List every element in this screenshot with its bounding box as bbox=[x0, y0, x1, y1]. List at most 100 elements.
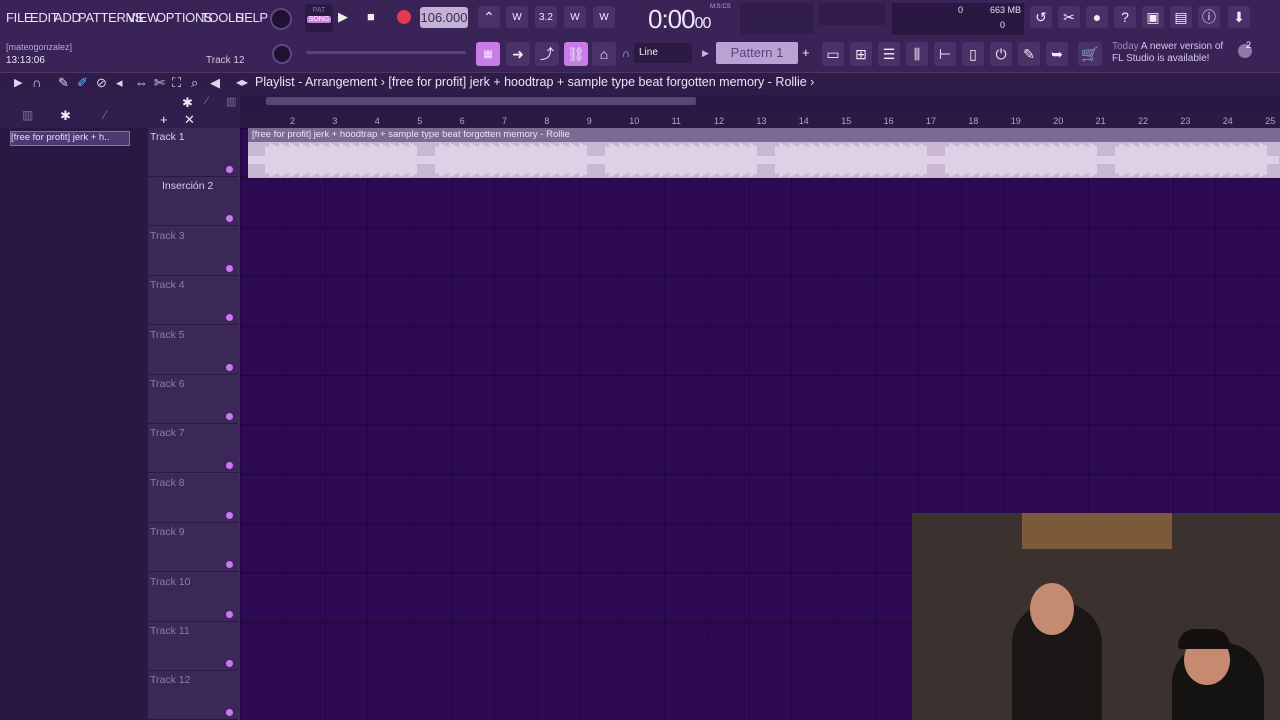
track-header[interactable]: Track 5 bbox=[148, 325, 238, 375]
select-icon[interactable]: ⛶ bbox=[172, 75, 181, 91]
pitch-knob[interactable] bbox=[272, 44, 292, 64]
step-edit-icon[interactable]: W bbox=[564, 6, 586, 28]
menu-file[interactable]: FILE bbox=[6, 10, 33, 25]
mixer-view-icon[interactable]: ⫼ bbox=[906, 42, 928, 66]
delete-icon[interactable]: ⊘ bbox=[96, 75, 107, 91]
wait-input-icon[interactable]: W bbox=[506, 6, 528, 28]
tempo-tap-icon[interactable]: ✎ bbox=[1018, 42, 1040, 66]
slice-icon[interactable]: ✄ bbox=[154, 75, 165, 91]
stop-icon[interactable]: ■ bbox=[367, 9, 383, 25]
track-header[interactable]: Track 10 bbox=[148, 572, 238, 622]
magnet-icon[interactable]: ∩ bbox=[622, 48, 630, 60]
add-pattern-icon[interactable]: + bbox=[802, 45, 810, 60]
audio-wave-icon[interactable]: ✱ bbox=[182, 95, 193, 111]
track-header[interactable]: Track 4 bbox=[148, 276, 238, 326]
send-icon[interactable]: ➥ bbox=[1046, 42, 1068, 66]
track-header[interactable]: Track 9 bbox=[148, 523, 238, 573]
track-header[interactable]: Track 3 bbox=[148, 226, 238, 276]
track-header[interactable]: Track 1 bbox=[148, 128, 238, 177]
pattern-select[interactable]: Pattern 1 bbox=[716, 42, 798, 64]
add-track-icon[interactable]: + bbox=[160, 112, 168, 127]
track-enable-icon[interactable] bbox=[226, 413, 233, 420]
stamp-icon[interactable]: ⤴ bbox=[535, 42, 559, 66]
browser-icon[interactable]: ⊢ bbox=[934, 42, 956, 66]
piano-roll-view-icon[interactable]: ⊞ bbox=[850, 42, 872, 66]
master-pitch-slider[interactable] bbox=[306, 51, 466, 54]
save-icon[interactable]: ▣ bbox=[1142, 6, 1164, 28]
pattern-icon[interactable]: ▥ bbox=[226, 95, 236, 108]
piano-roll-icon[interactable]: ▦ bbox=[476, 42, 500, 66]
news-badge-count: 2 bbox=[1246, 40, 1252, 50]
picker-clip-item[interactable]: [free for profit] jerk + h.. bbox=[10, 131, 130, 146]
track-enable-icon[interactable] bbox=[226, 610, 233, 618]
close-icon[interactable]: ✕ bbox=[184, 112, 195, 128]
track-enable-icon[interactable] bbox=[226, 660, 233, 667]
picker-audio-icon[interactable]: ✱ bbox=[60, 108, 71, 124]
metronome-icon[interactable]: ⌃ bbox=[478, 6, 500, 28]
timeline-ruler[interactable]: 2 3 4 5 6 7 8 9 10 11 12 13 14 15 16 17 18 19 20 21 22 23 24 25 bbox=[240, 112, 1280, 128]
track-header[interactable]: Track 6 bbox=[148, 375, 238, 424]
blend-notes-icon[interactable]: W bbox=[593, 6, 615, 28]
track-enable-icon[interactable] bbox=[226, 511, 233, 519]
track-enable-icon[interactable] bbox=[226, 264, 233, 272]
tempo-display[interactable]: 106.000 bbox=[420, 7, 468, 28]
track-enable-icon[interactable] bbox=[226, 363, 233, 371]
track-enable-icon[interactable] bbox=[226, 709, 233, 717]
menu-help[interactable]: HELP bbox=[235, 10, 268, 25]
master-volume-knob[interactable] bbox=[270, 8, 292, 30]
track-enable-icon[interactable] bbox=[226, 462, 233, 470]
arrow-right-icon[interactable]: ➜ bbox=[506, 42, 530, 66]
horizontal-scrollbar[interactable] bbox=[266, 97, 696, 105]
plugin-icon[interactable]: ⏻ bbox=[990, 42, 1012, 66]
playlist-arrow-icon[interactable]: ▶ bbox=[14, 76, 22, 89]
slip-icon[interactable]: ⇔ bbox=[135, 75, 148, 90]
news-panel[interactable]: Today A newer version of FL Studio is av… bbox=[1112, 41, 1232, 65]
download-icon[interactable]: ⬇ bbox=[1228, 6, 1250, 28]
playback-icon[interactable]: ◀ bbox=[210, 75, 220, 91]
track-header[interactable]: Track 7 bbox=[148, 424, 238, 474]
track-name: Track 12 bbox=[150, 674, 191, 687]
menu-view[interactable]: VIEW bbox=[127, 10, 159, 25]
mixer-icon[interactable]: ⌂ bbox=[592, 42, 616, 66]
breadcrumb-separator: › bbox=[380, 75, 385, 89]
file-icon[interactable]: ▯ bbox=[962, 42, 984, 66]
track-enable-icon[interactable] bbox=[226, 314, 233, 322]
zoom-icon[interactable]: ⌕ bbox=[191, 75, 198, 91]
microphone-icon[interactable]: ● bbox=[1086, 6, 1108, 28]
cart-icon[interactable]: 🛒 bbox=[1078, 42, 1102, 66]
snap-select[interactable]: Line bbox=[634, 43, 692, 63]
scissors-icon[interactable]: ✂ bbox=[1058, 6, 1080, 28]
mute-icon[interactable]: ◂ bbox=[116, 75, 123, 91]
magnet-snap-icon[interactable]: ∩ bbox=[32, 75, 41, 90]
menu-add[interactable]: ADD bbox=[54, 10, 81, 25]
ruler-tick: 10 bbox=[629, 116, 640, 126]
brush-icon[interactable]: ✐ bbox=[77, 75, 88, 91]
playlist-icon[interactable]: ▭ bbox=[822, 42, 844, 66]
track-header[interactable]: Inserción 2 bbox=[148, 177, 238, 227]
channel-rack-icon[interactable]: ☰ bbox=[878, 42, 900, 66]
track-header-column: Track 1 Inserción 2 Track 3 Track 4 Track 5 T… bbox=[148, 128, 240, 720]
track-header[interactable]: Track 8 bbox=[148, 473, 238, 523]
breadcrumb-arrow-icon[interactable]: ◂▸ bbox=[236, 75, 248, 89]
track-enable-icon[interactable] bbox=[226, 166, 233, 173]
render-icon[interactable]: ▤ bbox=[1170, 6, 1192, 28]
info-icon[interactable]: ⓘ bbox=[1198, 6, 1220, 28]
play-icon[interactable]: ▶ bbox=[338, 9, 354, 25]
picker-automation-icon[interactable]: ⁄ bbox=[104, 108, 106, 122]
help-icon[interactable]: ? bbox=[1114, 6, 1136, 28]
picker-pattern-icon[interactable]: ▥ bbox=[22, 108, 33, 122]
track-enable-icon[interactable] bbox=[226, 215, 233, 223]
link-icon[interactable]: ⛓ bbox=[564, 42, 588, 66]
pat-song-switch[interactable]: PAT SONG bbox=[305, 4, 333, 32]
pencil-icon[interactable]: ✎ bbox=[58, 75, 69, 91]
track-enable-icon[interactable] bbox=[226, 561, 233, 569]
countdown-icon[interactable]: 3.2 bbox=[535, 6, 557, 28]
track-header[interactable]: Track 11 bbox=[148, 622, 238, 671]
track-header[interactable]: Track 12 bbox=[148, 671, 238, 720]
record-icon[interactable] bbox=[397, 10, 411, 24]
webcam-cap bbox=[1178, 629, 1230, 649]
pattern-arrow-icon[interactable]: ▶ bbox=[702, 48, 709, 59]
automation-icon[interactable]: ⁄ bbox=[206, 95, 208, 107]
undo-icon[interactable]: ↺ bbox=[1030, 6, 1052, 28]
audio-clip[interactable]: [free for profit] jerk + hoodtrap + samp… bbox=[248, 128, 1280, 178]
